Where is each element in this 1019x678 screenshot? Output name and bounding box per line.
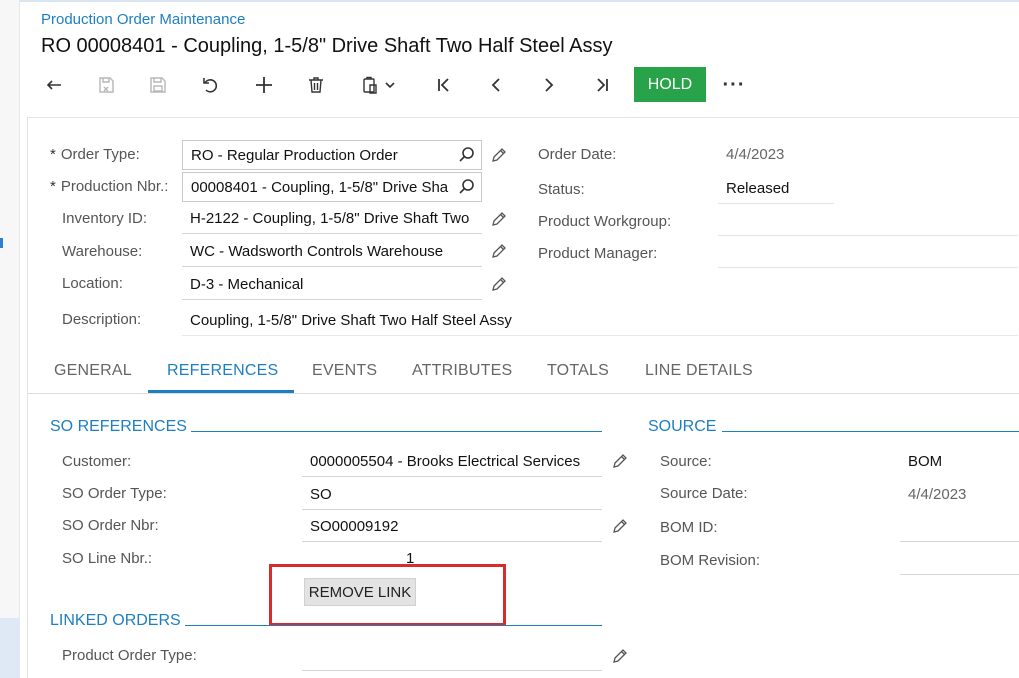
search-icon[interactable] (458, 178, 476, 196)
page-title: RO 00008401 - Coupling, 1-5/8" Drive Sha… (41, 35, 613, 57)
description-label: Description: (62, 311, 142, 328)
description-field[interactable]: Coupling, 1-5/8" Drive Shaft Two Half St… (182, 306, 1018, 336)
order-type-field[interactable]: RO - Regular Production Order (182, 140, 482, 170)
tab-references[interactable]: REFERENCES (167, 362, 278, 380)
order-date-label: Order Date: (538, 146, 617, 163)
inventory-id-field[interactable]: H-2122 - Coupling, 1-5/8" Drive Shaft Tw… (182, 204, 482, 234)
form-area: * Order Type: RO - Regular Production Ord… (27, 117, 1019, 678)
edit-pencil-icon[interactable] (490, 146, 508, 164)
production-nbr-value: 00008401 - Coupling, 1-5/8" Drive Sha (191, 179, 449, 196)
nav-indicator (0, 238, 3, 248)
warehouse-value: WC - Wadsworth Controls Warehouse (190, 243, 444, 260)
linked-orders-divider (185, 625, 602, 626)
source-date-field[interactable]: 4/4/2023 (900, 480, 1019, 510)
chevron-down-icon (385, 82, 395, 89)
tab-line-details[interactable]: LINE DETAILS (645, 362, 753, 380)
so-order-nbr-field[interactable]: SO00009192 (302, 512, 602, 542)
save-close-icon[interactable] (86, 66, 126, 104)
location-label: Location: (62, 275, 123, 292)
undo-icon[interactable] (190, 66, 230, 104)
left-nav-strip (0, 0, 20, 678)
bom-revision-label: BOM Revision: (660, 552, 761, 569)
source-date-label: Source Date: (660, 485, 748, 502)
active-tab-indicator (148, 390, 294, 393)
production-nbr-field[interactable]: 00008401 - Coupling, 1-5/8" Drive Sha (182, 172, 482, 202)
toolbar: HOLD ··· (32, 66, 772, 104)
product-workgroup-label: Product Workgroup: (538, 213, 672, 230)
tab-attributes[interactable]: ATTRIBUTES (412, 362, 512, 380)
source-value: BOM (908, 453, 943, 470)
delete-icon[interactable] (296, 66, 336, 104)
product-workgroup-field[interactable] (718, 206, 1018, 236)
tab-bar: GENERAL REFERENCES EVENTS ATTRIBUTES TOT… (28, 354, 1019, 394)
search-icon[interactable] (458, 146, 476, 164)
location-value: D-3 - Mechanical (190, 276, 304, 293)
product-order-type-field[interactable] (302, 641, 602, 671)
next-record-icon[interactable] (529, 66, 569, 104)
product-manager-label: Product Manager: (538, 245, 658, 262)
edit-pencil-icon[interactable] (490, 242, 508, 260)
source-date-value: 4/4/2023 (908, 486, 967, 503)
previous-record-icon[interactable] (476, 66, 516, 104)
so-references-title: SO REFERENCES (50, 418, 187, 435)
highlight-annotation (269, 564, 506, 626)
inventory-id-value: H-2122 - Coupling, 1-5/8" Drive Shaft Tw… (190, 210, 470, 227)
status-label: Status: (538, 181, 585, 198)
production-nbr-label: * Production Nbr.: (50, 178, 169, 195)
edit-pencil-icon[interactable] (611, 452, 629, 470)
so-references-divider (191, 431, 602, 432)
hold-button[interactable]: HOLD (634, 67, 706, 102)
save-icon[interactable] (138, 66, 178, 104)
top-divider (20, 0, 1019, 2)
order-type-label: * Order Type: (50, 146, 140, 163)
source-title: SOURCE (648, 418, 717, 435)
add-icon[interactable] (244, 66, 284, 104)
product-order-type-label: Product Order Type: (62, 647, 197, 664)
so-order-type-field[interactable]: SO (302, 480, 602, 510)
first-record-icon[interactable] (424, 66, 464, 104)
edit-pencil-icon[interactable] (490, 275, 508, 293)
undo-back-icon[interactable] (34, 66, 74, 104)
bom-id-field[interactable] (900, 512, 1019, 542)
source-divider (722, 431, 1019, 432)
more-actions-icon[interactable]: ··· (714, 66, 754, 104)
warehouse-label: Warehouse: (62, 243, 143, 260)
source-label: Source: (660, 453, 712, 470)
copy-paste-icon[interactable] (350, 66, 406, 104)
so-order-type-value: SO (310, 486, 332, 503)
source-field[interactable]: BOM (900, 447, 1019, 477)
product-manager-field[interactable] (718, 238, 1018, 268)
nav-selected-item[interactable] (0, 618, 20, 678)
location-field[interactable]: D-3 - Mechanical (182, 270, 482, 300)
description-value: Coupling, 1-5/8" Drive Shaft Two Half St… (190, 312, 512, 329)
edit-pencil-icon[interactable] (611, 517, 629, 535)
customer-field[interactable]: 0000005504 - Brooks Electrical Services (302, 447, 602, 477)
so-order-type-label: SO Order Type: (62, 485, 167, 502)
edit-pencil-icon[interactable] (490, 210, 508, 228)
so-order-nbr-label: SO Order Nbr: (62, 517, 159, 534)
bom-revision-field[interactable] (900, 545, 1019, 575)
tab-general[interactable]: GENERAL (54, 362, 132, 380)
order-date-value: 4/4/2023 (726, 146, 785, 163)
order-date-field[interactable]: 4/4/2023 (718, 140, 828, 170)
customer-value: 0000005504 - Brooks Electrical Services (310, 453, 581, 470)
tab-events[interactable]: EVENTS (312, 362, 377, 380)
customer-label: Customer: (62, 453, 132, 470)
bom-id-label: BOM ID: (660, 519, 718, 536)
status-field[interactable]: Released (718, 174, 834, 204)
warehouse-field[interactable]: WC - Wadsworth Controls Warehouse (182, 237, 482, 267)
edit-pencil-icon[interactable] (611, 647, 629, 665)
so-line-nbr-label: SO Line Nbr.: (62, 550, 153, 567)
inventory-id-label: Inventory ID: (62, 210, 148, 227)
so-order-nbr-value: SO00009192 (310, 518, 399, 535)
order-type-value: RO - Regular Production Order (191, 147, 398, 164)
status-value: Released (726, 180, 790, 197)
breadcrumb[interactable]: Production Order Maintenance (41, 11, 245, 28)
linked-orders-title: LINKED ORDERS (50, 612, 181, 629)
last-record-icon[interactable] (582, 66, 622, 104)
tab-totals[interactable]: TOTALS (547, 362, 609, 380)
